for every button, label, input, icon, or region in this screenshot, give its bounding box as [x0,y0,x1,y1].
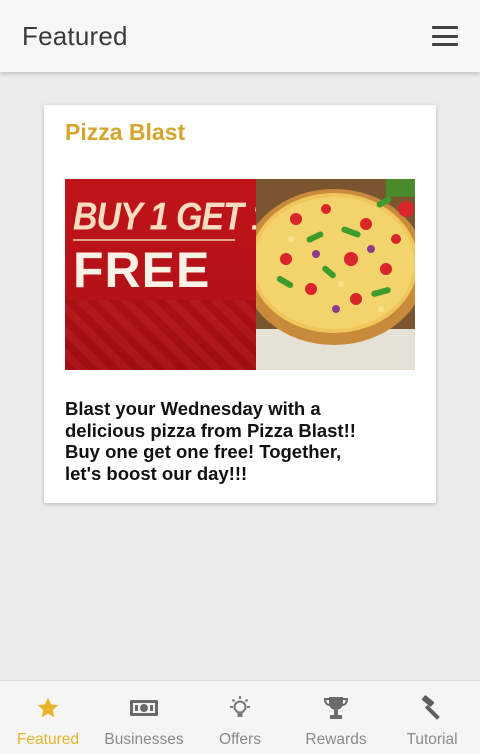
nav-label-businesses: Businesses [104,731,184,748]
menu-icon-bar [432,26,458,29]
lightbulb-icon [225,693,255,723]
nav-item-rewards[interactable]: Rewards [288,681,384,754]
bottom-nav: Featured Businesses Offers Rewards Tutor… [0,680,480,754]
card-description: Blast your Wednesday with a delicious pi… [65,398,356,484]
app-bar: Featured [0,0,480,72]
promo-headline: BUY 1 GET 1 [73,195,270,239]
menu-icon-bar [432,43,458,46]
star-icon [33,693,63,723]
nav-label-tutorial: Tutorial [406,731,458,748]
trophy-icon [321,693,351,723]
promo-banner: BUY 1 GET 1 FREE [65,179,270,370]
pizza-image [256,179,415,370]
menu-icon[interactable] [432,26,458,46]
page-title: Featured [22,20,128,51]
money-icon [129,693,159,723]
nav-item-featured[interactable]: Featured [0,681,96,754]
menu-icon-bar [432,34,458,38]
pizza-photo [256,179,415,370]
nav-item-tutorial[interactable]: Tutorial [384,681,480,754]
nav-label-rewards: Rewards [305,731,367,748]
nav-label-featured: Featured [16,731,80,748]
promo-free-text: FREE [73,242,211,298]
featured-card[interactable]: Pizza Blast BUY 1 GET 1 FREE Blast your … [44,105,436,503]
nav-label-offers: Offers [219,731,261,748]
promo-image[interactable]: BUY 1 GET 1 FREE [65,179,415,370]
hammer-icon [417,693,447,723]
nav-item-businesses[interactable]: Businesses [96,681,192,754]
card-title: Pizza Blast [65,119,186,145]
nav-item-offers[interactable]: Offers [192,681,288,754]
